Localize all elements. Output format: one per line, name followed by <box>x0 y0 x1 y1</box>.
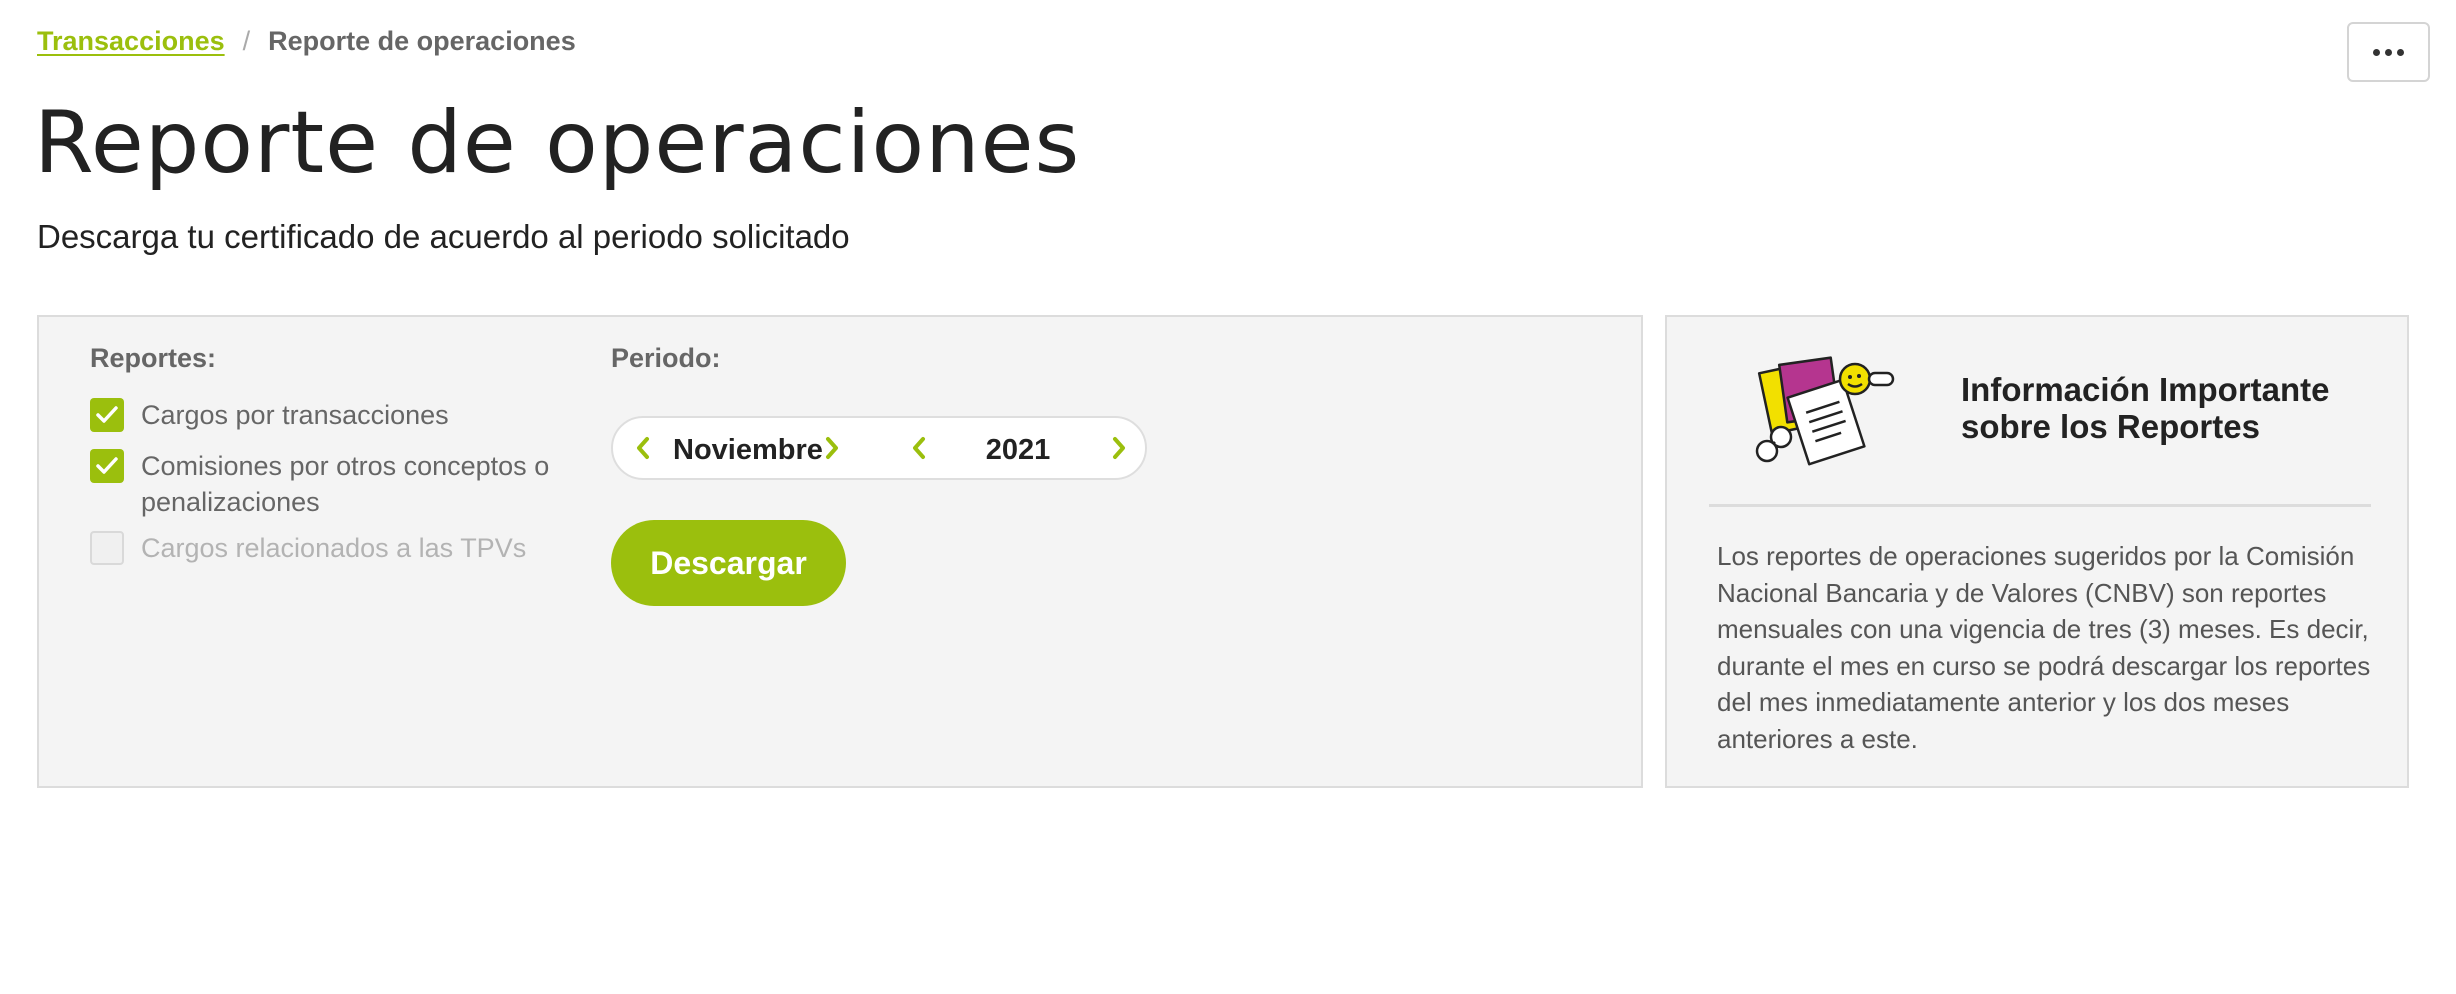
divider <box>1709 504 2371 507</box>
info-title: Información Importante sobre los Reporte… <box>1961 371 2330 445</box>
breadcrumb-current: Reporte de operaciones <box>268 26 576 56</box>
checkbox-comisiones-penalizaciones[interactable]: Comisiones por otros conceptos o penaliz… <box>90 448 560 520</box>
checkbox-label: Cargos relacionados a las TPVs <box>141 533 527 563</box>
selected-year: 2021 <box>985 434 1051 466</box>
download-button[interactable]: Descargar <box>611 520 846 606</box>
checkbox-cargos-transacciones[interactable]: Cargos por transacciones <box>90 397 560 433</box>
period-label: Periodo: <box>611 343 721 373</box>
checkbox-checked-icon[interactable] <box>90 398 124 432</box>
checkbox-cargos-tpvs: Cargos relacionados a las TPVs <box>90 530 560 566</box>
period-selector: Noviembre 2021 <box>611 416 1147 480</box>
year-next-chevron-right-icon[interactable] <box>1103 432 1135 464</box>
year-prev-chevron-left-icon[interactable] <box>903 432 935 464</box>
documents-illustration-icon <box>1755 347 1905 467</box>
page-subtitle: Descarga tu certificado de acuerdo al pe… <box>37 218 850 255</box>
reports-label: Reportes: <box>90 343 217 373</box>
more-options-button[interactable] <box>2347 22 2430 82</box>
page-title: Reporte de operaciones <box>34 93 1081 193</box>
breadcrumb-link-transacciones[interactable]: Transacciones <box>37 26 225 57</box>
checkbox-checked-icon[interactable] <box>90 449 124 483</box>
report-form-panel: Reportes: Cargos por transacciones Comis… <box>37 315 1643 788</box>
month-prev-chevron-left-icon[interactable] <box>627 432 659 464</box>
info-text: Los reportes de operaciones sugeridos po… <box>1717 541 2371 754</box>
ellipsis-icon <box>2373 48 2380 56</box>
breadcrumb: Transacciones / Reporte de operaciones <box>37 26 576 57</box>
checkbox-unchecked-icon <box>90 531 124 565</box>
selected-month: Noviembre <box>673 434 823 466</box>
month-next-chevron-right-icon[interactable] <box>816 432 848 464</box>
breadcrumb-separator: / <box>242 26 251 56</box>
checkbox-label: Comisiones por otros conceptos o penaliz… <box>141 451 550 517</box>
checkbox-label: Cargos por transacciones <box>141 400 449 430</box>
info-panel: Información Importante sobre los Reporte… <box>1665 315 2409 788</box>
